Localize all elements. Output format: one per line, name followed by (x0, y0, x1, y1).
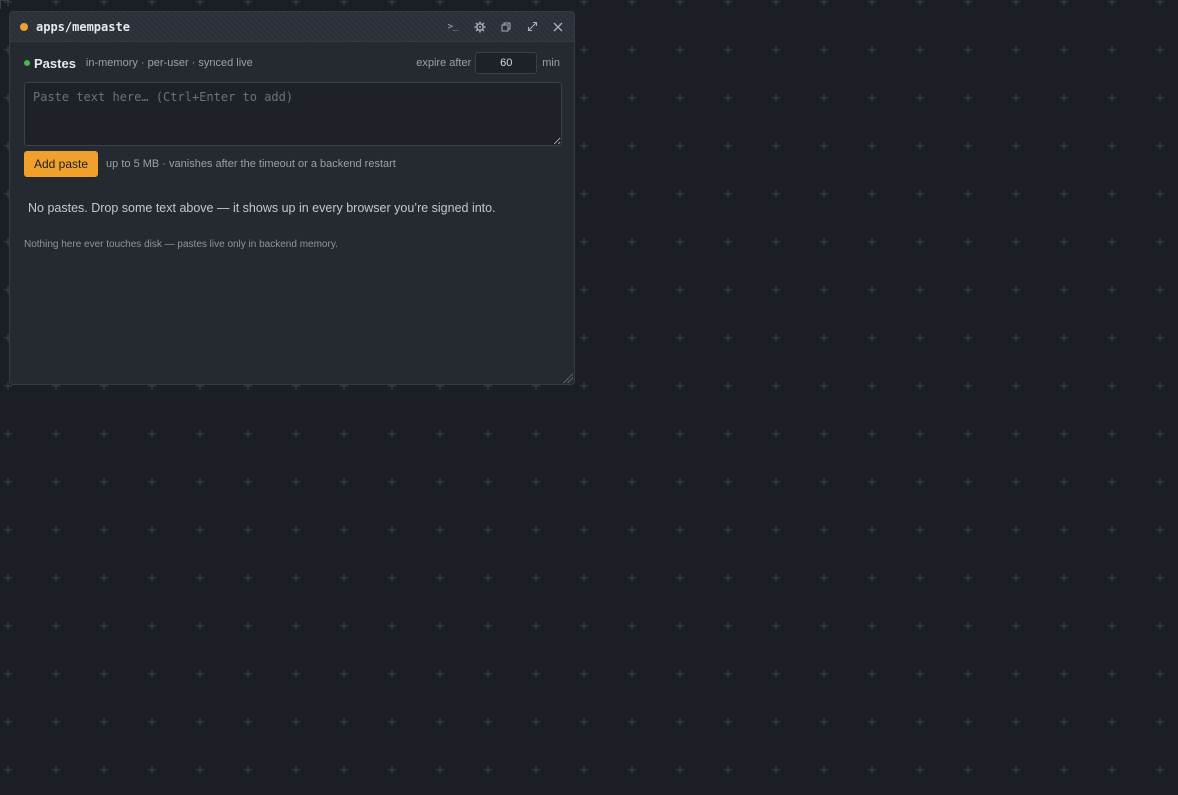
paste-textarea[interactable] (24, 82, 562, 146)
terminal-icon[interactable]: >_ (446, 21, 460, 33)
empty-state-message: No pastes. Drop some text above — it sho… (28, 201, 496, 215)
expire-label: expire after (416, 57, 472, 69)
expand-icon[interactable] (526, 21, 538, 33)
expire-minutes-input[interactable] (475, 52, 538, 74)
pastes-panel: Pastes in-memory · per-user · synced liv… (10, 42, 574, 260)
gear-icon[interactable] (474, 21, 486, 33)
page-subtitle: in-memory · per-user · synced live (85, 57, 253, 69)
add-paste-button[interactable]: Add paste (24, 151, 99, 177)
pastes-header: Pastes in-memory · per-user · synced liv… (24, 52, 560, 74)
sync-status-dot (24, 60, 30, 66)
close-icon[interactable] (552, 21, 564, 33)
composer-actions: Add paste up to 5 MB · vanishes after th… (24, 151, 560, 177)
size-limit-note: up to 5 MB · vanishes after the timeout … (106, 158, 396, 170)
window-title: apps/mempaste (36, 19, 130, 34)
window-titlebar[interactable]: apps/mempaste >_ (10, 12, 574, 42)
copy-icon[interactable] (500, 21, 512, 33)
window-resize-handle[interactable] (563, 373, 573, 383)
expire-unit-label: min (542, 57, 560, 69)
storage-footnote: Nothing here ever touches disk — pastes … (24, 239, 338, 250)
mempaste-window: apps/mempaste >_ Pastes in-memory · per-… (9, 11, 575, 385)
window-controls: >_ (446, 21, 564, 33)
page-title: Pastes (34, 55, 76, 71)
app-status-dot (20, 22, 28, 31)
